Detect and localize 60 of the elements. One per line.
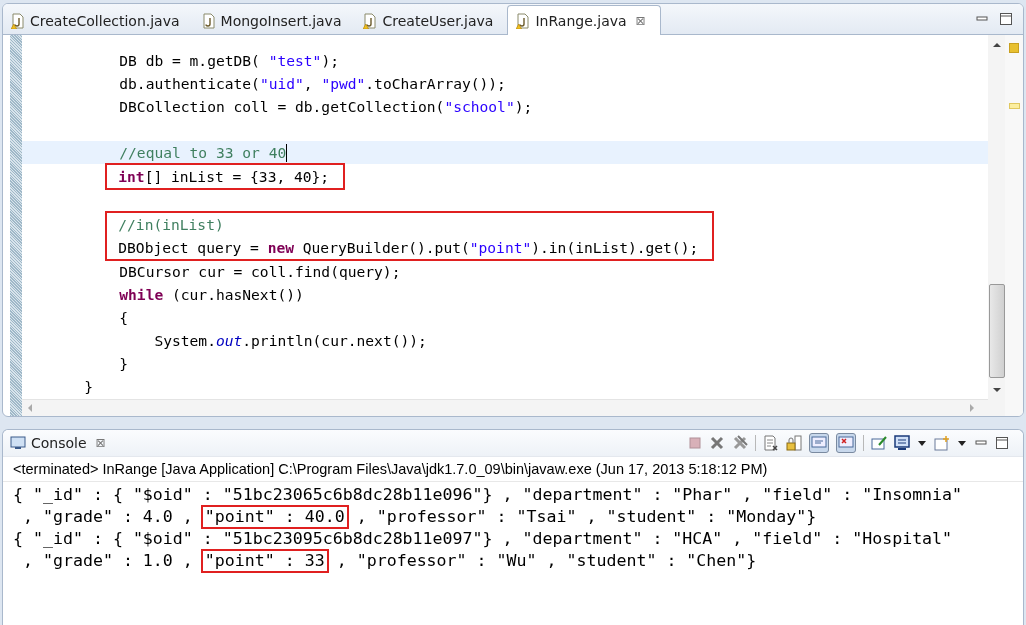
scroll-up-icon[interactable] xyxy=(991,41,1002,49)
code-line: DB db = m.getDB( "test"); xyxy=(119,51,339,71)
console-error-icon xyxy=(838,435,854,451)
show-console-on-error-button[interactable] xyxy=(836,433,856,453)
scrollbar-thumb[interactable] xyxy=(988,284,1005,378)
pin-console-icon[interactable] xyxy=(871,435,887,451)
clear-console-icon[interactable] xyxy=(763,435,779,451)
vertical-scrollbar[interactable] xyxy=(988,35,1005,416)
editor-tab[interactable]: CreateCollection.java xyxy=(3,7,194,34)
show-console-on-output-button[interactable] xyxy=(809,433,829,453)
occurrence-marker[interactable] xyxy=(1008,103,1020,109)
code-line: DBCursor cur = coll.find(query); xyxy=(119,262,401,282)
code-line: while (cur.hasNext()) xyxy=(119,285,304,305)
java-file-icon xyxy=(363,12,378,29)
console-output: , "professor" : "Wu" , "student" : "Chen"} xyxy=(335,550,757,572)
remove-all-icon[interactable] xyxy=(732,435,748,451)
maximize-icon[interactable] xyxy=(999,12,1013,26)
dropdown-icon[interactable] xyxy=(957,439,967,447)
java-file-icon xyxy=(516,12,531,29)
close-tab-button[interactable]: ⊠ xyxy=(635,13,646,28)
process-status: <terminated> InRange [Java Application] C:\Program Files\Java\jdk1.7.0_09\bin\javaw.exe (Jun 17, 2013 5:18:12 PM) xyxy=(12,460,769,479)
editor-tab[interactable]: InRange.java ⊠ xyxy=(507,5,661,35)
highlighted-output: "point" : 40.0 xyxy=(200,505,349,529)
warning-marker[interactable] xyxy=(1009,43,1019,53)
console-tab[interactable]: Console xyxy=(31,435,87,451)
display-console-icon[interactable] xyxy=(894,435,910,451)
code-line: { xyxy=(119,308,129,328)
open-console-icon[interactable] xyxy=(934,435,950,451)
console-output: { "_id" : { "$oid" : "51bc23065c6b8dc28b11e096"} , "department" : "Phar" , "field" : "Insomnia" xyxy=(13,484,963,506)
text-cursor xyxy=(286,143,288,162)
code-line: DBCollection coll = db.getCollection("school"); xyxy=(119,97,533,117)
maximize-icon[interactable] xyxy=(995,436,1009,450)
java-file-icon xyxy=(201,12,216,29)
editor-tab[interactable]: MongoInsert.java xyxy=(193,7,356,34)
close-tab-button[interactable]: ⊠ xyxy=(95,436,106,450)
scroll-right-icon[interactable] xyxy=(968,403,976,413)
dropdown-icon[interactable] xyxy=(917,439,927,447)
monitor-icon xyxy=(10,436,26,450)
code-line: DBObject query = new QueryBuilder().put("point").in(inList).get(); xyxy=(118,238,699,258)
console-output-icon xyxy=(811,435,827,451)
scroll-lock-icon[interactable] xyxy=(786,435,802,451)
code-line: System.out.println(cur.next()); xyxy=(154,331,427,351)
code-line: //in(inList) xyxy=(118,215,224,235)
scroll-down-icon[interactable] xyxy=(991,386,1002,394)
java-file-icon xyxy=(11,12,25,29)
code-line: //equal to 33 or 40 xyxy=(119,143,287,163)
highlighted-output: "point" : 33 xyxy=(200,549,329,573)
console-output: , "professor" : "Tsai" , "student" : "Monday"} xyxy=(355,506,817,528)
code-line: } xyxy=(84,377,93,397)
remove-icon[interactable] xyxy=(709,435,725,451)
stop-icon[interactable] xyxy=(688,436,702,450)
console-output: , "grade" : 1.0 , xyxy=(22,550,194,572)
horizontal-scrollbar[interactable] xyxy=(22,399,988,416)
code-line: } xyxy=(119,354,129,374)
scroll-left-icon[interactable] xyxy=(26,403,34,413)
code-line: int[] inList = {33, 40}; xyxy=(118,167,330,187)
code-line: db.authenticate("uid", "pwd".toCharArray()); xyxy=(119,74,506,94)
editor-tab[interactable]: CreateUser.java xyxy=(355,7,508,34)
console-output: { "_id" : { "$oid" : "51bc23095c6b8dc28b11e097"} , "department" : "HCA" , "field" : "Hospital" xyxy=(13,528,953,550)
console-output: , "grade" : 4.0 , xyxy=(22,506,194,528)
